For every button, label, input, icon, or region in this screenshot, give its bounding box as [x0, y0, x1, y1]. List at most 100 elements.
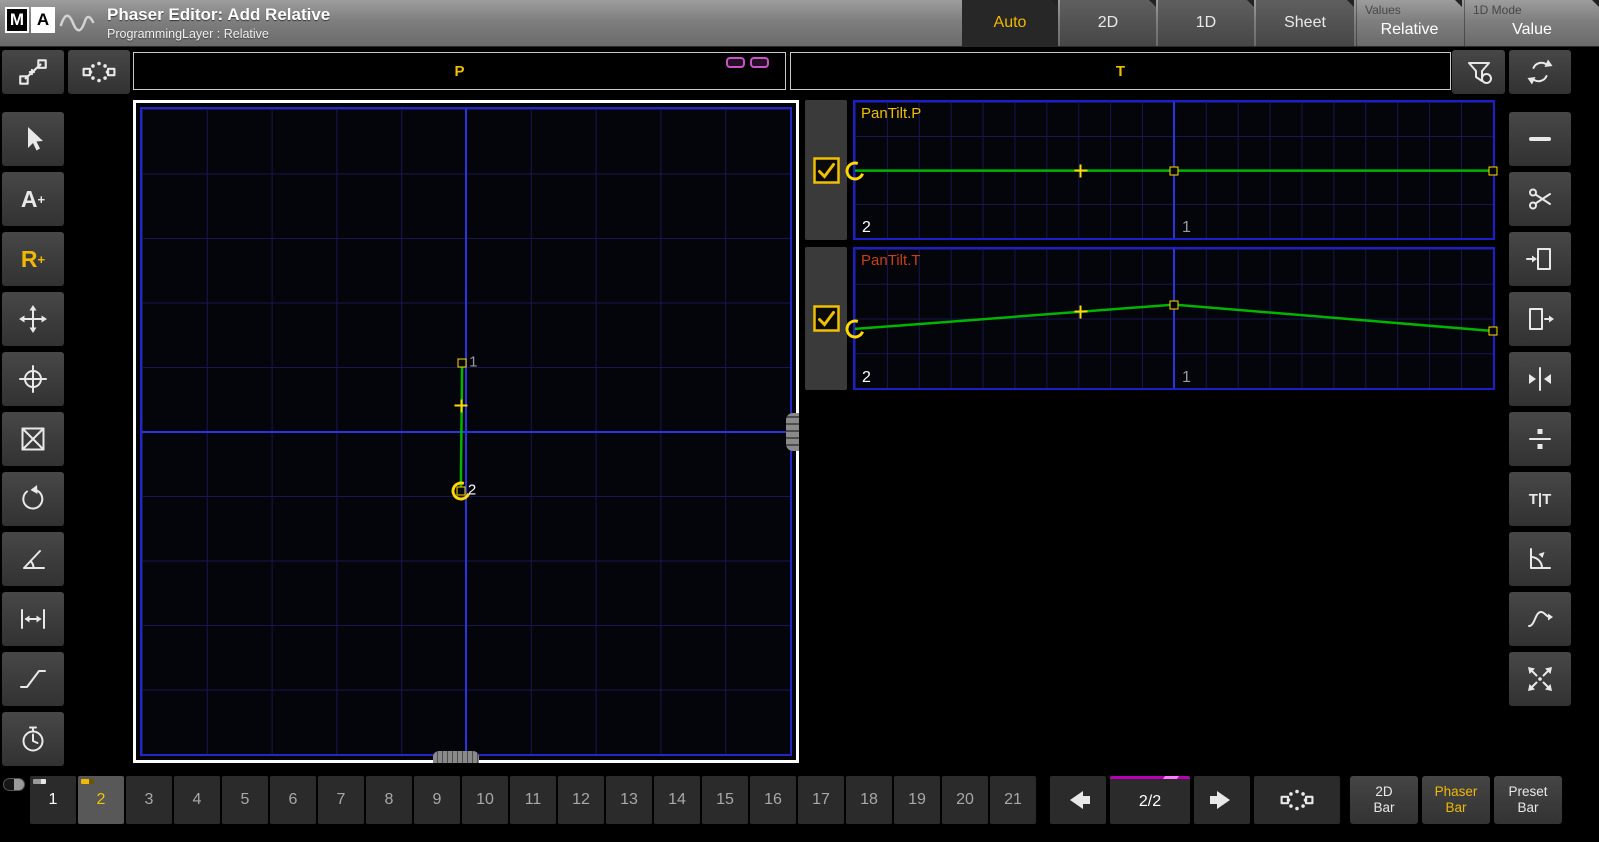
pan-column-header[interactable]: P	[133, 52, 786, 90]
tilt-column-header[interactable]: T	[790, 52, 1451, 90]
step-cell-9[interactable]: 9	[414, 776, 460, 824]
phaser-pill-indicators	[726, 57, 769, 68]
point-marker-square[interactable]	[1170, 300, 1179, 309]
step-cell-17[interactable]: 17	[798, 776, 844, 824]
width-tool-button[interactable]	[2, 592, 64, 646]
transition-tool-button[interactable]	[2, 652, 64, 706]
step-number: 19	[908, 791, 926, 809]
preset-bar-button[interactable]: Preset Bar	[1494, 776, 1562, 824]
split-button[interactable]	[1509, 412, 1571, 466]
step-cell-13[interactable]: 13	[606, 776, 652, 824]
2d-canvas[interactable]: 12	[133, 100, 799, 763]
move-tool-button[interactable]	[2, 292, 64, 346]
expand-icon	[1524, 663, 1556, 695]
step-cell-14[interactable]: 14	[654, 776, 700, 824]
right-toolbar: T|T	[1509, 112, 1571, 706]
2d-bar-button[interactable]: 2D Bar	[1350, 776, 1418, 824]
2d-plot-area[interactable]: 12	[140, 107, 792, 756]
point-label: 2	[468, 481, 476, 498]
paste-before-button[interactable]	[1509, 232, 1571, 286]
scissors-icon	[1524, 183, 1556, 215]
step-cell-21[interactable]: 21	[990, 776, 1036, 824]
window-subtitle: ProgrammingLayer : Relative	[107, 27, 269, 41]
pan-graph[interactable]: PanTilt.P 2 1	[853, 100, 1495, 240]
step-cell-16[interactable]: 16	[750, 776, 796, 824]
sync-button[interactable]	[1509, 50, 1571, 94]
tilt-graph-title: PanTilt.T	[861, 252, 920, 269]
step-cell-2[interactable]: 2	[78, 776, 124, 824]
point-marker-cross[interactable]	[1074, 164, 1087, 177]
tilt-graph[interactable]: PanTilt.T 2 1	[853, 247, 1495, 390]
snap-angle-button[interactable]	[1509, 532, 1571, 586]
step-cell-8[interactable]: 8	[366, 776, 412, 824]
point-marker-square[interactable]	[1489, 327, 1498, 336]
phaser-steps-toggle-button[interactable]	[1254, 776, 1340, 824]
pointer-tool-button[interactable]	[2, 112, 64, 166]
next-page-button[interactable]	[1194, 776, 1250, 824]
phaser-form-button[interactable]	[2, 50, 64, 94]
values-selector[interactable]: Values Relative	[1356, 0, 1462, 46]
phaser-bar-button[interactable]: Phaser Bar	[1422, 776, 1490, 824]
step-number: 17	[812, 791, 830, 809]
tab-2d[interactable]: 2D	[1060, 0, 1156, 46]
point-marker-square[interactable]	[1170, 166, 1179, 175]
step-cell-1[interactable]: 1	[30, 776, 76, 824]
step-cell-6[interactable]: 6	[270, 776, 316, 824]
remove-step-button[interactable]	[1509, 112, 1571, 166]
filter-button[interactable]	[1452, 50, 1505, 94]
tab-sheet[interactable]: Sheet	[1256, 0, 1354, 46]
center-tool-button[interactable]	[2, 352, 64, 406]
add-relative-button[interactable]: R+	[2, 232, 64, 286]
point-marker-square[interactable]	[1489, 166, 1498, 175]
step-cell-20[interactable]: 20	[942, 776, 988, 824]
step-number: 6	[289, 791, 298, 809]
point-marker-cross[interactable]	[1074, 305, 1087, 318]
tab-1d[interactable]: 1D	[1158, 0, 1254, 46]
pan-enabled-checkbox[interactable]	[813, 157, 840, 184]
step-cell-10[interactable]: 10	[462, 776, 508, 824]
canvas-resize-grip-bottom[interactable]	[433, 751, 479, 763]
prev-page-button[interactable]	[1050, 776, 1106, 824]
split-icon	[1524, 423, 1556, 455]
page-indicator[interactable]: 2/2	[1110, 776, 1190, 824]
add-absolute-button[interactable]: A+	[2, 172, 64, 226]
swap-pt-button[interactable]: T|T	[1509, 472, 1571, 526]
step-number: 18	[860, 791, 878, 809]
step-list: 123456789101112131415161718192021	[30, 776, 1036, 824]
step-cell-11[interactable]: 11	[510, 776, 556, 824]
speed-tool-button[interactable]	[2, 712, 64, 766]
window-title: Phaser Editor: Add Relative	[107, 5, 330, 25]
step-timing-chip	[33, 779, 46, 784]
step-number: 9	[433, 791, 442, 809]
step-cell-7[interactable]: 7	[318, 776, 364, 824]
angle-tool-button[interactable]	[2, 532, 64, 586]
tilt-step-label-1: 1	[1182, 369, 1191, 387]
step-circle-icon	[1280, 783, 1314, 817]
mirror-button[interactable]	[1509, 352, 1571, 406]
scale-tool-button[interactable]	[2, 412, 64, 466]
step-cell-18[interactable]: 18	[846, 776, 892, 824]
step-cell-5[interactable]: 5	[222, 776, 268, 824]
step-cell-12[interactable]: 12	[558, 776, 604, 824]
step-cell-3[interactable]: 3	[126, 776, 172, 824]
1d-mode-selector-label: 1D Mode	[1473, 3, 1522, 17]
tab-auto[interactable]: Auto	[962, 0, 1058, 46]
step-cell-4[interactable]: 4	[174, 776, 220, 824]
step-cell-19[interactable]: 19	[894, 776, 940, 824]
point-marker-square[interactable]	[458, 359, 467, 368]
filter-icon	[1463, 56, 1495, 88]
bar-collapse-toggle[interactable]	[3, 778, 25, 791]
paste-after-button[interactable]	[1509, 292, 1571, 346]
point-marker-cross[interactable]	[455, 399, 468, 412]
cut-button[interactable]	[1509, 172, 1571, 226]
fit-view-button[interactable]	[1509, 652, 1571, 706]
tilt-enabled-checkbox[interactable]	[813, 305, 840, 332]
pan-step-label-2: 2	[862, 219, 871, 237]
rotate-tool-button[interactable]	[2, 472, 64, 526]
stopwatch-icon	[17, 723, 49, 755]
canvas-resize-grip-right[interactable]	[786, 413, 799, 451]
smooth-curve-button[interactable]	[1509, 592, 1571, 646]
1d-mode-selector[interactable]: 1D Mode Value	[1464, 0, 1599, 46]
step-cell-15[interactable]: 15	[702, 776, 748, 824]
step-select-button[interactable]	[68, 50, 130, 94]
